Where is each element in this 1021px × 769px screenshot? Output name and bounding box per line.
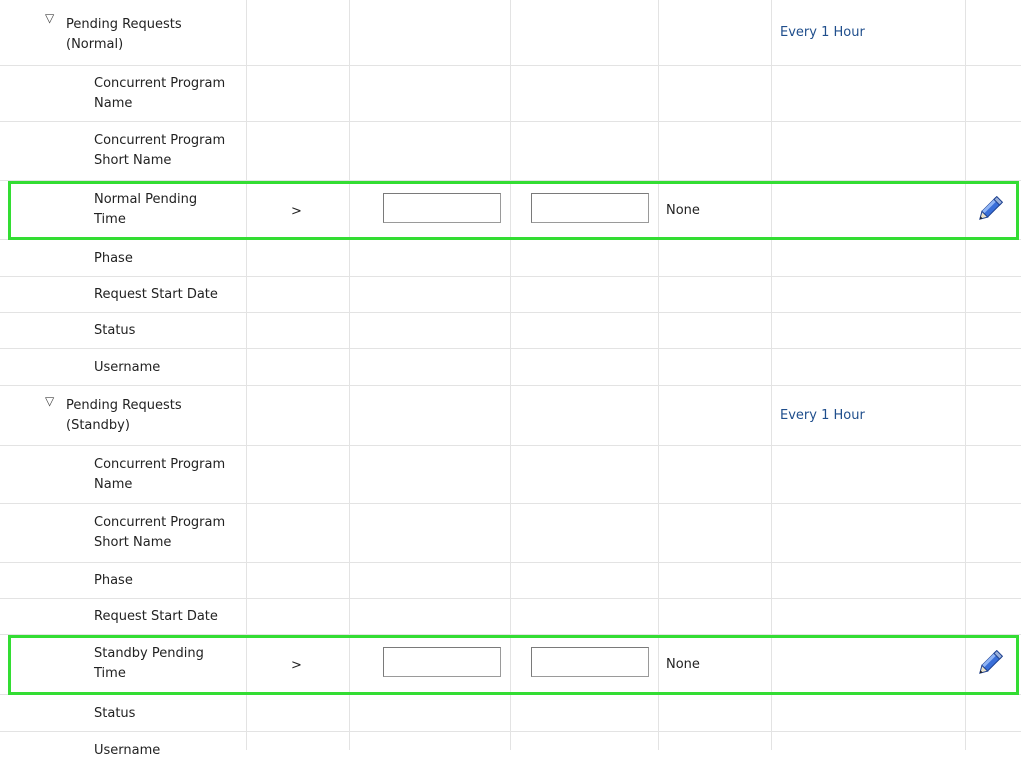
metric-name: Username xyxy=(94,743,161,758)
metric-name-line1: Concurrent Program xyxy=(94,515,226,530)
group-title-line1: Pending Requests xyxy=(66,17,182,32)
warning-threshold-input[interactable] xyxy=(383,647,501,677)
group-title-line2: (Normal) xyxy=(66,37,124,52)
metric-name: Phase xyxy=(94,251,133,266)
collapse-toggle-icon[interactable]: ▽ xyxy=(45,8,54,28)
metric-name-line2: Name xyxy=(94,477,133,492)
metric-name: Username xyxy=(94,360,161,375)
pencil-icon[interactable] xyxy=(975,649,1004,678)
metric-name-line2: Name xyxy=(94,96,133,111)
warning-threshold-input[interactable] xyxy=(383,193,501,223)
metric-name: Normal Pending Time xyxy=(94,190,246,230)
table-row: Status xyxy=(0,695,1021,732)
table-row: Concurrent Program Name xyxy=(0,66,1021,122)
metric-name-line2: Time xyxy=(94,212,126,227)
collection-frequency-link[interactable]: Every 1 Hour xyxy=(780,406,865,426)
metric-name-line1: Concurrent Program xyxy=(94,457,226,472)
corrective-action-value: None xyxy=(666,657,700,672)
metric-name-line2: Time xyxy=(94,666,126,681)
metric-name: Status xyxy=(94,706,136,721)
table-row: Phase xyxy=(0,240,1021,277)
table-row: Username xyxy=(0,349,1021,386)
table-row: Request Start Date xyxy=(0,599,1021,635)
metric-name: Concurrent Program Name xyxy=(94,455,246,495)
metric-name: Concurrent Program Short Name xyxy=(94,131,246,171)
metric-name-line1: Normal Pending xyxy=(94,192,198,207)
collection-frequency-link[interactable]: Every 1 Hour xyxy=(780,23,865,43)
metric-name: Phase xyxy=(94,573,133,588)
group-title-line2: (Standby) xyxy=(66,418,130,433)
metric-name: Request Start Date xyxy=(94,287,218,302)
metric-name: Standby Pending Time xyxy=(94,644,246,684)
metric-name: Concurrent Program Short Name xyxy=(94,513,246,553)
metrics-table: ▽ Pending Requests (Normal) Every 1 Hour… xyxy=(0,0,1021,758)
metric-name-line1: Concurrent Program xyxy=(94,76,226,91)
corrective-action-value: None xyxy=(666,203,700,218)
metric-name: Status xyxy=(94,323,136,338)
table-row: Request Start Date xyxy=(0,277,1021,313)
comparison-operator: > xyxy=(291,658,302,673)
metric-name-line2: Short Name xyxy=(94,535,172,550)
critical-threshold-input[interactable] xyxy=(531,193,649,223)
critical-threshold-input[interactable] xyxy=(531,647,649,677)
table-row: Concurrent Program Short Name xyxy=(0,122,1021,181)
table-row: Phase xyxy=(0,563,1021,599)
table-row-editable: Standby Pending Time > None xyxy=(0,635,1021,695)
metric-name-line2: Short Name xyxy=(94,153,172,168)
metric-name-line1: Concurrent Program xyxy=(94,133,226,148)
group-row-normal: ▽ Pending Requests (Normal) Every 1 Hour xyxy=(0,0,1021,66)
table-row: Concurrent Program Name xyxy=(0,446,1021,504)
table-row: Username xyxy=(0,732,1021,769)
group-title: Pending Requests (Normal) xyxy=(66,15,246,55)
group-row-standby: ▽ Pending Requests (Standby) Every 1 Hou… xyxy=(0,386,1021,446)
group-title-line1: Pending Requests xyxy=(66,398,182,413)
comparison-operator: > xyxy=(291,204,302,219)
pencil-icon[interactable] xyxy=(975,195,1004,224)
table-row: Status xyxy=(0,313,1021,349)
group-title: Pending Requests (Standby) xyxy=(66,396,246,436)
metric-name: Concurrent Program Name xyxy=(94,74,246,114)
table-row-editable: Normal Pending Time > None xyxy=(0,181,1021,240)
table-row: Concurrent Program Short Name xyxy=(0,504,1021,563)
metric-name: Request Start Date xyxy=(94,609,218,624)
metric-name-line1: Standby Pending xyxy=(94,646,204,661)
collapse-toggle-icon[interactable]: ▽ xyxy=(45,391,54,411)
